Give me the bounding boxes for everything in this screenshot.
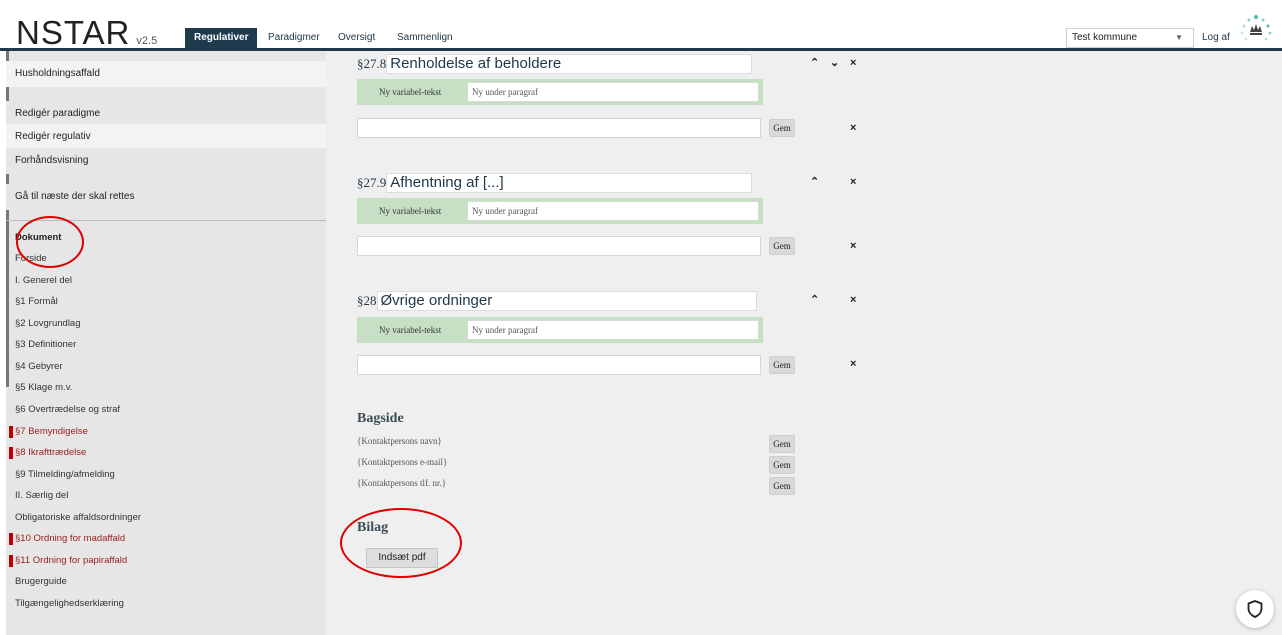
sidebar-item-label: §8 Ikrafttrædelse <box>15 447 87 458</box>
flag-marker <box>9 447 13 459</box>
privacy-shield-button[interactable] <box>1236 590 1274 628</box>
delete-text-icon[interactable]: × <box>850 122 856 134</box>
dropdown-arrow-icon: ▼ <box>1175 33 1183 42</box>
sidebar-item-forhandsvisning[interactable]: Forhåndsvisning <box>6 148 326 174</box>
section-title-row: §27.8 Renholdelse af beholdere <box>357 53 753 75</box>
sidebar-item-tilmelding[interactable]: §9 Tilmelding/afmelding <box>6 464 326 486</box>
flag-marker <box>9 533 13 545</box>
save-button[interactable]: Gem <box>769 456 795 474</box>
section-title-input[interactable]: Afhentning af [...] <box>386 173 753 193</box>
sidebar-item-husholdningsaffald[interactable]: Husholdningsaffald <box>6 61 326 87</box>
sidebar-item-ga-til-naeste[interactable]: Gå til næste der skal rettes <box>6 184 326 210</box>
save-button[interactable]: Gem <box>769 237 795 255</box>
section-title-row: §28 Øvrige ordninger <box>357 290 757 312</box>
top-bar: NSTAR v2.5 Regulativer Paradigmer Oversig… <box>0 0 1282 51</box>
save-button[interactable]: Gem <box>769 119 795 137</box>
sidebar-item-overtraedelse[interactable]: §6 Overtrædelse og straf <box>6 399 326 421</box>
sidebar-item-rediger-regulativ[interactable]: Redigér regulativ <box>6 124 326 150</box>
sidebar-item-label: §11 Ordning for papiraffald <box>15 555 128 566</box>
contact-name-text: {Kontaktpersons navn} <box>357 436 442 446</box>
paragraph-text-input[interactable] <box>357 118 761 138</box>
section-title-input[interactable]: Renholdelse af beholdere <box>386 54 753 74</box>
tab-regulativer[interactable]: Regulativer <box>185 28 258 48</box>
contact-phone-text: {Kontaktpersons tlf. nr.} <box>357 478 447 488</box>
sidebar-item-obligatoriske[interactable]: Obligatoriske affaldsordninger <box>6 507 326 529</box>
new-variable-label[interactable]: Ny variabel-tekst <box>379 79 441 105</box>
flag-marker <box>9 555 13 567</box>
tab-paradigmer[interactable]: Paradigmer <box>262 28 326 48</box>
sidebar-item-klage[interactable]: §5 Klage m.v. <box>6 377 326 399</box>
sidebar-item-label: §10 Ordning for madaffald <box>15 533 126 544</box>
section-number: §28 <box>357 293 377 308</box>
new-variable-label[interactable]: Ny variabel-tekst <box>379 198 441 224</box>
logout-link[interactable]: Log af <box>1202 28 1230 48</box>
kommune-select[interactable]: Test kommune ▼ <box>1066 28 1194 48</box>
main-content <box>326 51 1282 635</box>
sidebar-item-generel-del[interactable]: I. Generel del <box>6 270 326 292</box>
shield-icon <box>1247 600 1263 618</box>
save-button[interactable]: Gem <box>769 477 795 495</box>
tab-sammenlign[interactable]: Sammenlign <box>391 28 459 48</box>
section-number: §27.8 <box>357 56 387 71</box>
save-button[interactable]: Gem <box>769 356 795 374</box>
variable-row: Ny variabel-tekst Ny under paragraf <box>357 198 763 224</box>
app-name: NSTAR <box>16 14 131 51</box>
sidebar-item-bemyndigelse[interactable]: §7 Bemyndigelse <box>6 421 326 443</box>
sidebar-item-gebyrer[interactable]: §4 Gebyrer <box>6 356 326 378</box>
sidebar-item-label: §7 Bemyndigelse <box>15 426 88 437</box>
delete-text-icon[interactable]: × <box>850 240 856 252</box>
kommune-value: Test kommune <box>1072 32 1138 43</box>
save-button[interactable]: Gem <box>769 435 795 453</box>
annotation-circle <box>340 508 462 578</box>
bagside-heading: Bagside <box>357 411 404 426</box>
sidebar-item-tilgaengelighed[interactable]: Tilgængelighedserklæring <box>6 593 326 615</box>
tab-oversigt[interactable]: Oversigt <box>332 28 381 48</box>
move-up-icon[interactable]: ⌃ <box>810 176 819 188</box>
sidebar-item-definitioner[interactable]: §3 Definitioner <box>6 334 326 356</box>
flag-marker <box>9 426 13 438</box>
delete-text-icon[interactable]: × <box>850 358 856 370</box>
sidebar-item-brugerguide[interactable]: Brugerguide <box>6 571 326 593</box>
crown-logo-icon <box>1240 15 1272 41</box>
sidebar-item-lovgrundlag[interactable]: §2 Lovgrundlag <box>6 313 326 335</box>
variable-row: Ny variabel-tekst Ny under paragraf <box>357 317 763 343</box>
delete-section-icon[interactable]: × <box>850 294 856 306</box>
variable-row: Ny variabel-tekst Ny under paragraf <box>357 79 763 105</box>
sidebar-item-ikrafttraedelse[interactable]: §8 Ikrafttrædelse <box>6 442 326 464</box>
contact-email-text: {Kontaktpersons e-mail} <box>357 457 448 467</box>
sub-paragraph-input[interactable]: Ny under paragraf <box>467 320 759 340</box>
move-up-icon[interactable]: ⌃ <box>810 294 819 306</box>
sub-paragraph-input[interactable]: Ny under paragraf <box>467 201 759 221</box>
sidebar-item-papiraffald[interactable]: §11 Ordning for papiraffald <box>6 550 326 572</box>
delete-section-icon[interactable]: × <box>850 57 856 69</box>
paragraph-text-input[interactable] <box>357 236 761 256</box>
new-variable-label[interactable]: Ny variabel-tekst <box>379 317 441 343</box>
move-up-icon[interactable]: ⌃ <box>810 57 819 69</box>
section-number: §27.9 <box>357 175 387 190</box>
move-down-icon[interactable]: ⌄ <box>830 57 839 69</box>
sidebar-item-saerlig-del[interactable]: II. Særlig del <box>6 485 326 507</box>
sidebar-item-formaal[interactable]: §1 Formål <box>6 291 326 313</box>
section-title-row: §27.9 Afhentning af [...] <box>357 172 753 194</box>
paragraph-text-input[interactable] <box>357 355 761 375</box>
sidebar: Husholdningsaffald Redigér paradigme Red… <box>6 51 326 635</box>
delete-section-icon[interactable]: × <box>850 176 856 188</box>
section-title-input[interactable]: Øvrige ordninger <box>376 291 757 311</box>
sub-paragraph-input[interactable]: Ny under paragraf <box>467 82 759 102</box>
app-version: v2.5 <box>136 35 158 47</box>
annotation-circle <box>16 216 84 268</box>
sidebar-item-madaffald[interactable]: §10 Ordning for madaffald <box>6 528 326 550</box>
